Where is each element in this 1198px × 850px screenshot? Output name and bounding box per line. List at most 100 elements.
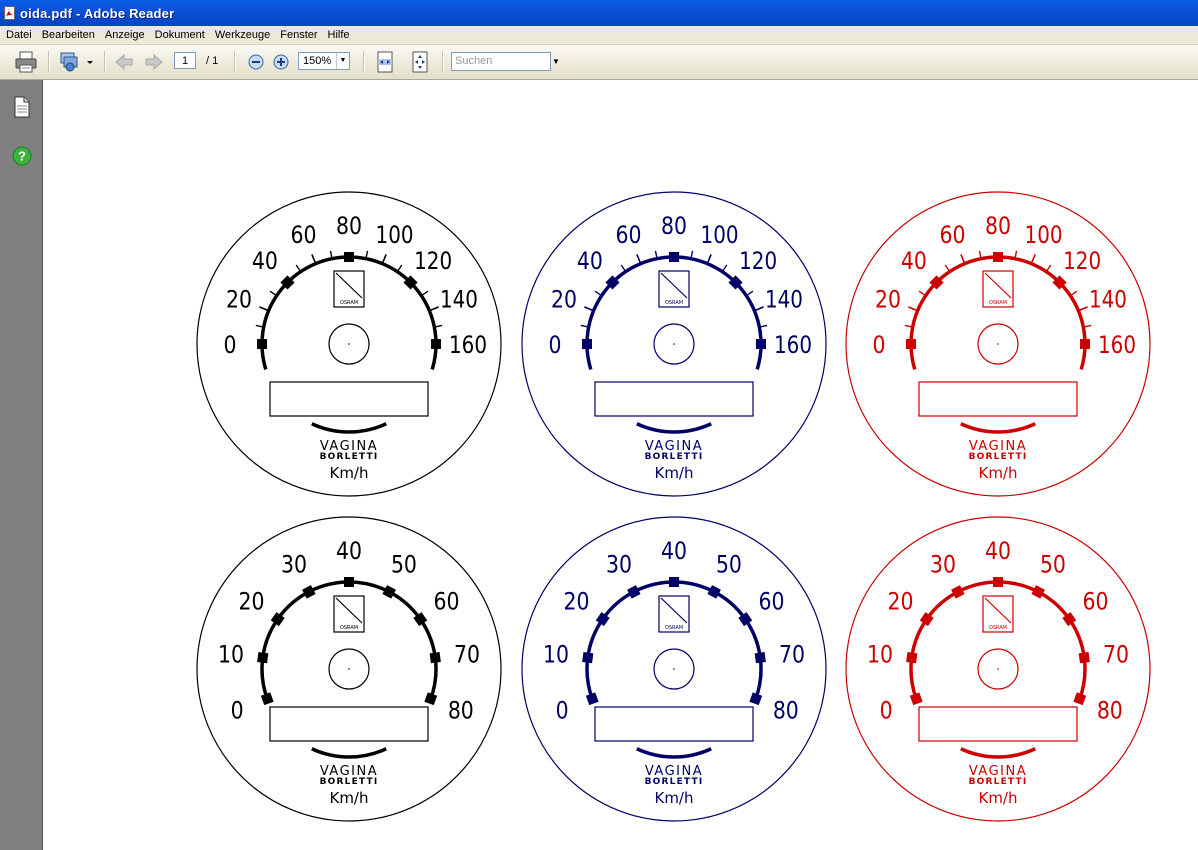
help-icon[interactable]: ? [12,146,32,166]
gauge-center-dot [673,343,675,345]
gauge-scale-label: 60 [433,588,459,616]
menu-fenster[interactable]: Fenster [275,29,322,41]
fit-width-icon [377,51,393,73]
gauge-major-tick [993,577,1003,587]
gauge-major-tick [707,585,721,599]
gauge-major-tick [951,585,965,599]
gauge-center-dot [997,343,999,345]
gauge-minor-tick [295,264,302,273]
gauge-scale-label: 120 [414,247,452,275]
speedometer-gauge: 0204060 80 100120140160OSRAMVAGINABORLETTI… [845,191,1151,497]
gauge-major-tick [344,252,354,262]
gauge-major-tick [906,652,918,664]
gauge-minor-tick [754,306,764,312]
gauge-scale-label: 80 [336,212,362,240]
gauge-scale-label: 20 [551,285,577,313]
speedometer-gauge: 0204060 80 100120140160OSRAMVAGINABORLETTI… [196,191,502,497]
gauge-emblem-text: OSRAM [340,300,358,306]
organizer-button[interactable] [58,51,96,73]
search-input[interactable]: Suchen [451,52,551,71]
gauge-maker-text: BORLETTI [320,777,379,787]
gauge-major-tick [429,652,441,664]
gauge-center-dot [348,668,350,670]
gauge-minor-tick [721,264,728,273]
gauge-major-tick [749,692,763,706]
search-options-chevron-icon[interactable]: ▼ [552,57,560,66]
gauge-minor-tick [706,254,712,264]
print-button[interactable] [12,51,40,73]
gauge-unit-text: Km/h [978,789,1017,807]
gauge-scale-label: 40 [901,247,927,275]
menu-datei[interactable]: Datei [0,29,37,41]
zoom-in-button[interactable] [270,51,292,73]
menu-hilfe[interactable]: Hilfe [323,29,355,41]
gauge-major-tick [344,577,354,587]
gauge-lower-arc [636,422,712,434]
page-total: / 1 [206,55,219,67]
gauge-odometer-window [269,706,429,742]
gauge-minor-tick [745,290,754,297]
gauge-scale-label: 60 [758,588,784,616]
next-page-button[interactable] [142,51,166,73]
zoom-level-select[interactable]: 150% ▼ [298,52,350,70]
gauge-scale-label: 160 [774,331,812,359]
gauge-center-dot [997,668,999,670]
gauge-scale-label: 120 [1063,247,1101,275]
gauge-minor-tick [1069,290,1078,297]
gauge-scale-label: 40 [661,537,687,565]
menu-anzeige[interactable]: Anzeige [100,29,150,41]
gauge-minor-tick [1030,254,1036,264]
window-title: oida.pdf - Adobe Reader [20,5,175,21]
document-view[interactable]: 0 20 40 60 80 100 120 140 160 OSRAM VAGINA BORLETTI… [42,80,1198,850]
fit-width-button[interactable] [373,51,397,73]
gauge-minor-tick [420,290,429,297]
gauge-scale-label: 60 [939,221,965,249]
gauge-scale-label: 100 [1025,221,1063,249]
gauge-scale-label: 50 [716,550,742,578]
gauge-scale-label: 80 [661,212,687,240]
page-number-input[interactable]: 1 [174,52,196,69]
menu-bar: Datei Bearbeiten Anzeige Dokument Werkze… [0,26,1198,45]
gauge-scale-label: 50 [1040,550,1066,578]
pages-icon[interactable] [12,96,30,118]
gauge-scale-label: 100 [376,221,414,249]
menu-werkzeuge[interactable]: Werkzeuge [210,29,275,41]
fit-page-button[interactable] [408,51,432,73]
gauge-scale-label: 80 [985,212,1011,240]
organizer-icon [60,52,93,72]
fit-page-icon [412,51,428,73]
gauge-lower-arc [636,747,712,759]
gauge-scale-label: 60 [1082,588,1108,616]
gauge-unit-text: Km/h [329,789,368,807]
chevron-down-icon[interactable]: ▼ [336,53,349,69]
gauge-major-tick [906,339,916,349]
gauge-maker-text: BORLETTI [320,452,379,462]
gauge-minor-tick [311,254,317,264]
gauge-minor-tick [594,290,603,297]
title-bar: oida.pdf - Adobe Reader [0,0,1198,26]
gauge-scale-label: 20 [564,588,590,616]
gauge-lower-arc [960,747,1036,759]
toolbar-separator [363,51,365,73]
menu-dokument[interactable]: Dokument [150,29,210,41]
gauge-scale-label: 80 [773,697,799,725]
gauge-major-tick [582,339,592,349]
gauge-major-tick [302,585,316,599]
gauge-scale-label: 50 [391,550,417,578]
gauge-minor-tick [381,254,387,264]
gauge-odometer-window [594,706,754,742]
gauge-odometer-window [918,381,1078,417]
previous-page-button[interactable] [112,51,136,73]
gauge-scale-label: 160 [1098,331,1136,359]
zoom-out-button[interactable] [245,51,267,73]
arrow-right-icon [145,53,163,71]
gauge-major-tick [585,692,599,706]
toolbar-separator [442,51,444,73]
gauge-scale-label: 10 [543,640,569,668]
speedometer-gauge: 0102030 40 50607080OSRAMVAGINABORLETTIKm/h [845,516,1151,822]
menu-bearbeiten[interactable]: Bearbeiten [37,29,100,41]
gauge-unit-text: Km/h [654,464,693,482]
gauge-major-tick [754,652,766,664]
gauge-scale-label: 100 [701,221,739,249]
gauge-maker-text: BORLETTI [645,452,704,462]
